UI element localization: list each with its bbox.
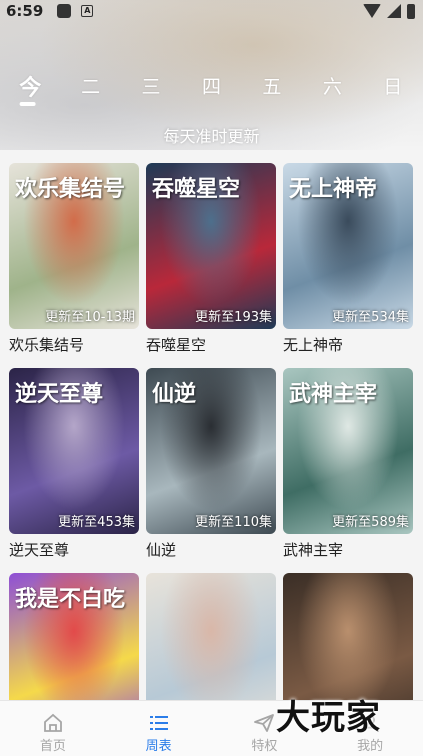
show-grid: 欢乐集结号 更新至10-13期 欢乐集结号 吞噬星空 更新至193集 吞噬星空 无上神帝 更新… xyxy=(9,163,414,756)
poster-title-art: 我是不白吃 xyxy=(15,587,126,612)
show-poster[interactable]: 欢乐集结号更新至10-13期 xyxy=(9,163,139,329)
tab-day-6[interactable]: 日 xyxy=(363,68,423,108)
episode-badge: 更新至589集 xyxy=(332,515,409,530)
episode-badge: 更新至453集 xyxy=(58,515,135,530)
schedule-subtitle: 每天准时更新 xyxy=(163,127,260,146)
list-icon xyxy=(106,713,212,733)
tab-label: 首页 xyxy=(39,739,66,754)
tab-day-5[interactable]: 六 xyxy=(302,68,362,108)
show-title[interactable]: 仙逆 xyxy=(146,539,276,560)
tab-label: 周表 xyxy=(145,739,172,754)
episode-badge: 更新至193集 xyxy=(195,310,272,325)
show-card[interactable]: 逆天至尊 更新至453集 逆天至尊 xyxy=(9,368,139,573)
show-poster[interactable]: 逆天至尊更新至453集 xyxy=(9,368,139,534)
battery-icon xyxy=(407,3,415,19)
tab-list[interactable]: 周表 xyxy=(106,701,212,756)
show-card[interactable]: 无上神帝 更新至534集 无上神帝 xyxy=(283,163,413,368)
poster-title-art: 无上神帝 xyxy=(289,177,378,202)
show-title[interactable]: 吞噬星空 xyxy=(146,334,276,355)
home-icon xyxy=(0,713,106,733)
show-card[interactable]: 吞噬星空 更新至193集 吞噬星空 xyxy=(146,163,276,368)
status-time: 6:59 xyxy=(6,2,44,20)
show-title[interactable]: 逆天至尊 xyxy=(9,539,139,560)
tab-day-0[interactable]: 今 xyxy=(0,68,60,108)
tab-day-4[interactable]: 五 xyxy=(242,68,302,108)
show-poster[interactable]: 吞噬星空更新至193集 xyxy=(146,163,276,329)
wifi-icon xyxy=(363,4,381,18)
watermark: 大玩家 xyxy=(276,698,381,738)
show-poster[interactable]: 无上神帝更新至534集 xyxy=(283,163,413,329)
show-title[interactable]: 无上神帝 xyxy=(283,334,413,355)
poster-title-art: 欢乐集结号 xyxy=(15,177,126,202)
show-title[interactable]: 武神主宰 xyxy=(283,539,413,560)
notification-letter-icon: A xyxy=(81,5,94,17)
tab-day-3[interactable]: 四 xyxy=(181,68,241,108)
show-poster[interactable]: 武神主宰更新至589集 xyxy=(283,368,413,534)
episode-badge: 更新至534集 xyxy=(332,310,409,325)
signal-icon xyxy=(387,4,401,18)
poster-title-art: 吞噬星空 xyxy=(152,177,241,202)
tab-day-1[interactable]: 二 xyxy=(60,68,120,108)
show-title[interactable]: 欢乐集结号 xyxy=(9,334,139,355)
status-bar: 6:59 A xyxy=(0,0,423,22)
poster-title-art: 仙逆 xyxy=(152,382,197,407)
notification-icon xyxy=(57,4,72,18)
show-card[interactable]: 欢乐集结号 更新至10-13期 欢乐集结号 xyxy=(9,163,139,368)
tab-day-2[interactable]: 三 xyxy=(121,68,181,108)
poster-title-art: 逆天至尊 xyxy=(15,382,104,407)
show-card[interactable]: 武神主宰 更新至589集 武神主宰 xyxy=(283,368,413,573)
weekday-tabs: 今二三四五六日 xyxy=(0,68,423,108)
episode-badge: 更新至10-13期 xyxy=(45,310,135,325)
show-card[interactable]: 仙逆 更新至110集 仙逆 xyxy=(146,368,276,573)
poster-title-art: 武神主宰 xyxy=(289,382,378,407)
episode-badge: 更新至110集 xyxy=(195,515,272,530)
tab-home[interactable]: 首页 xyxy=(0,701,106,756)
show-poster[interactable]: 仙逆更新至110集 xyxy=(146,368,276,534)
